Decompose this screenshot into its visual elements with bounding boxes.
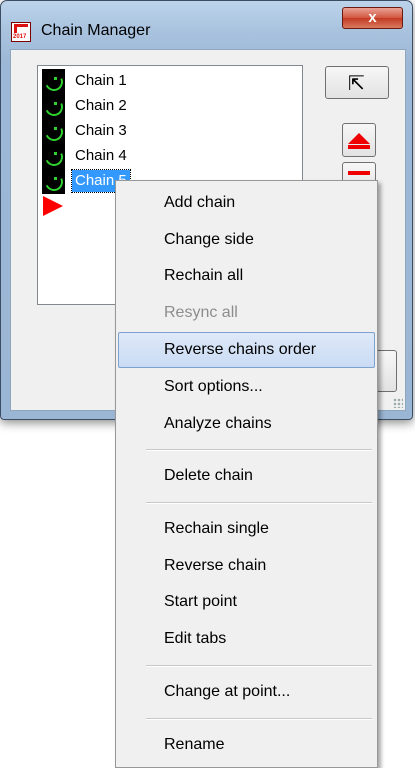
chain-row-1[interactable]: Chain 1 [42,69,242,94]
menu-item-reverse-chain[interactable]: Reverse chain [118,548,375,584]
chain-row-3[interactable]: Chain 3 [42,119,242,144]
menu-item-resync-all: Resync all [164,304,238,321]
menu-item-sort-options[interactable]: Sort options... [118,369,375,405]
chain-icon [42,94,66,119]
chain-icon [42,119,66,144]
chain-icon [42,169,66,194]
menu-item-change-side[interactable]: Change side [118,222,375,258]
menu-item-rechain-single[interactable]: Rechain single [118,511,375,547]
menu-item-start-point[interactable]: Start point [118,584,375,620]
menu-separator [146,718,372,720]
menu-item-delete-chain[interactable]: Delete chain [118,458,375,494]
menu-separator [146,665,372,667]
menu-item-rename[interactable]: Rename [118,727,375,763]
insertion-marker-icon [43,196,63,216]
resize-grip-icon[interactable] [393,398,403,408]
chain-label: Chain 3 [75,122,127,139]
close-button[interactable]: x [342,7,403,29]
select-cursor-button[interactable]: ⇱ [325,66,389,99]
chain-icon [42,69,66,94]
app-icon: 2017 [11,22,31,42]
menu-item-edit-tabs[interactable]: Edit tabs [118,621,375,657]
chain-row-2[interactable]: Chain 2 [42,94,242,119]
chain-label: Chain 2 [75,97,127,114]
menu-separator [146,502,372,504]
menu-item-rechain-all[interactable]: Rechain all [118,258,375,294]
menu-item-analyze-chains[interactable]: Analyze chains [118,406,375,442]
move-down-icon [348,171,370,175]
cursor-arrow-icon: ⇱ [348,73,365,95]
title-bar[interactable]: 2017 Chain Manager x [1,1,412,42]
context-menu: Add chain Change side Rechain all Resync… [115,180,378,768]
chain-icon [42,144,66,169]
chain-label: Chain 1 [75,72,127,89]
window-title: Chain Manager [41,22,151,39]
menu-separator [146,449,372,451]
chain-label: Chain 4 [75,147,127,164]
move-up-button[interactable] [342,123,376,157]
move-up-icon [348,133,370,144]
menu-item-reverse-chains-order[interactable]: Reverse chains order [118,332,375,368]
chain-row-4[interactable]: Chain 4 [42,144,242,169]
menu-item-add-chain[interactable]: Add chain [118,185,375,221]
menu-item-change-at-point[interactable]: Change at point... [118,674,375,710]
